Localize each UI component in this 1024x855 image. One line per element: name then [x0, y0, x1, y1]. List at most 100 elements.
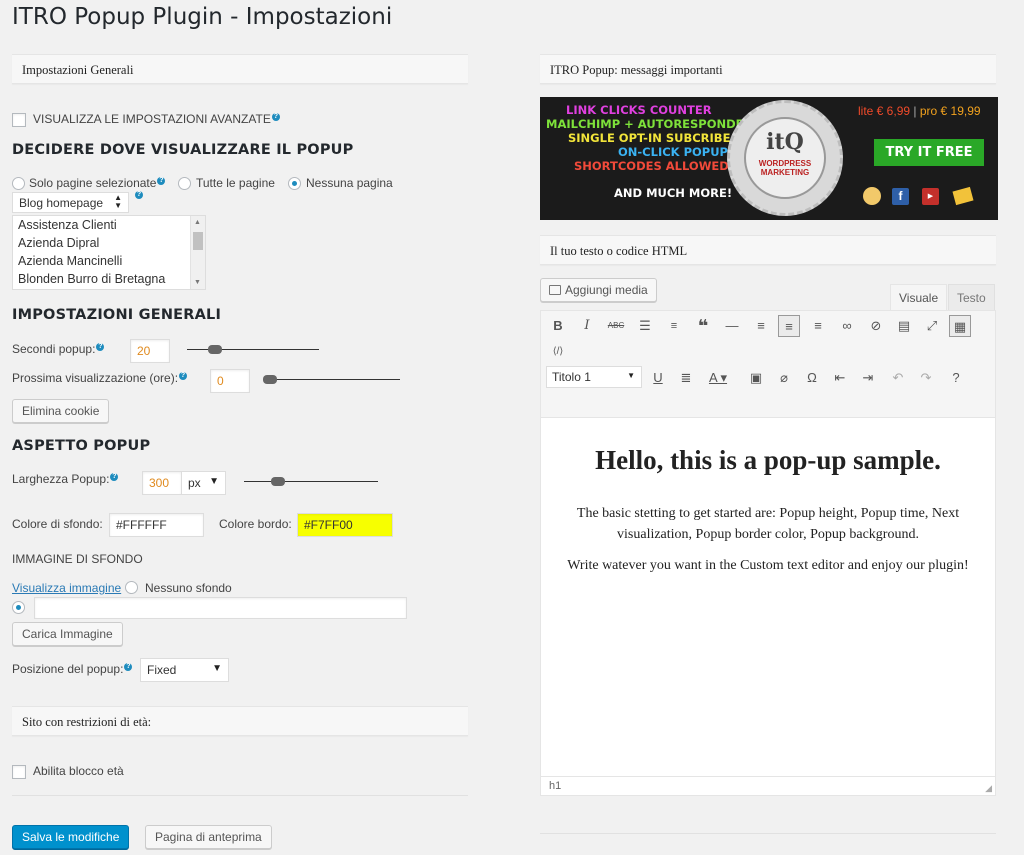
underline-icon[interactable]: U [647, 367, 669, 389]
bg-color-input[interactable]: #FFFFFF [109, 513, 204, 537]
radio-show-image[interactable] [12, 601, 25, 614]
editor-box-title[interactable]: Il tuo testo o codice HTML [540, 235, 996, 265]
fullscreen-icon[interactable]: ⤢ [921, 315, 943, 337]
bullet-list-icon[interactable]: ☰ [634, 315, 656, 337]
resize-handle-icon[interactable]: ◢ [985, 783, 992, 794]
border-color-input[interactable]: #F7FF00 [297, 513, 393, 537]
popup-paragraph: Write watever you want in the Custom tex… [567, 558, 969, 573]
editor-content[interactable]: Hello, this is a pop-up sample. The basi… [540, 418, 996, 776]
paste-text-icon[interactable]: ▣ [745, 367, 767, 389]
read-more-icon[interactable]: ▤ [893, 315, 915, 337]
link-icon[interactable]: ∞ [836, 315, 858, 337]
spinner-arrows-icon[interactable]: ▲ ▼ [114, 194, 122, 210]
add-media-button[interactable]: Aggiungi media [540, 278, 657, 302]
age-block-label: Abilita blocco età [33, 764, 124, 778]
popup-width-label: Larghezza Popup:? [12, 472, 119, 486]
align-right-icon[interactable]: ≡ [807, 315, 829, 337]
listbox-scrollbar[interactable]: ▲ ▼ [190, 216, 205, 289]
special-character-icon[interactable]: Ω [801, 367, 823, 389]
upload-image-button[interactable]: Carica Immagine [12, 622, 123, 646]
width-unit-select[interactable]: px ▼ [181, 471, 226, 495]
indent-icon[interactable]: ⇥ [857, 367, 879, 389]
banner-feature: ON-CLICK POPUP [618, 145, 728, 159]
try-it-free-button[interactable]: TRY IT FREE [874, 139, 984, 166]
popup-heading: Hello, this is a pop-up sample. [595, 445, 941, 475]
next-visualization-input[interactable]: 0 [210, 369, 250, 393]
justify-icon[interactable]: ≣ [675, 367, 697, 389]
advanced-settings-checkbox[interactable] [12, 113, 26, 127]
toolbar-toggle-icon[interactable]: ▦ [949, 315, 971, 337]
popup-position-select[interactable]: Fixed ▼ [140, 658, 229, 682]
seconds-popup-slider-track[interactable] [187, 349, 319, 350]
align-left-icon[interactable]: ≡ [750, 315, 772, 337]
help-icon[interactable]: ? [135, 191, 143, 199]
unlink-icon[interactable]: ⊘ [865, 315, 887, 337]
no-background-label: Nessuno sfondo [145, 581, 232, 595]
next-visualization-slider-handle[interactable] [263, 375, 278, 384]
text-color-icon[interactable]: A ▾ [703, 367, 733, 389]
popup-width-slider-handle[interactable] [270, 477, 285, 486]
help-icon[interactable]: ? [179, 372, 188, 380]
help-icon[interactable]: ? [157, 177, 166, 185]
banner-prices: lite € 6,99 | pro € 19,99 [858, 104, 981, 118]
undo-icon[interactable]: ↶ [887, 367, 909, 389]
messages-box-title[interactable]: ITRO Popup: messaggi importanti [540, 54, 996, 84]
banner-feature: SHORTCODES ALLOWED [574, 159, 729, 173]
pages-listbox[interactable]: Assistenza Clienti Azienda Dipral Aziend… [12, 215, 206, 290]
help-icon[interactable]: ? [110, 473, 119, 481]
seal-inner: itQ WORDPRESS MARKETING [744, 117, 826, 199]
bold-icon[interactable]: B [547, 315, 569, 337]
popup-width-slider-track[interactable] [244, 481, 378, 482]
seconds-popup-input[interactable]: 20 [130, 339, 170, 363]
radio-no-background[interactable] [125, 581, 138, 594]
code-icon[interactable]: ⟨/⟩ [547, 341, 569, 363]
tab-visual[interactable]: Visuale [890, 284, 948, 310]
horizontal-line-icon[interactable]: — [721, 315, 743, 337]
youtube-icon[interactable]: ▶ [922, 188, 939, 205]
help-icon[interactable]: ? [271, 113, 280, 121]
redo-icon[interactable]: ↷ [915, 367, 937, 389]
preview-button[interactable]: Pagina di anteprima [145, 825, 272, 849]
promo-banner[interactable]: LINK CLICKS COUNTER MAILCHIMP + AUTORESP… [540, 97, 998, 220]
list-item[interactable]: Azienda Dipral [13, 234, 205, 252]
email-icon[interactable] [952, 186, 974, 206]
help-icon[interactable]: ? [124, 663, 133, 671]
numbered-list-icon[interactable]: ≡ [663, 315, 685, 337]
age-restriction-box-title[interactable]: Sito con restrizioni di età: [12, 706, 468, 736]
blockquote-icon[interactable]: ❝ [692, 315, 714, 337]
seconds-popup-slider-handle[interactable] [207, 345, 222, 354]
scroll-down-icon[interactable]: ▼ [194, 279, 201, 286]
editor-toolbar: B I ABC ☰ ≡ ❝ — ≡ ≡ ≡ ∞ ⊘ ▤ ⤢ ▦ ⟨/⟩ Tito… [540, 310, 996, 418]
mailchimp-icon[interactable] [863, 187, 881, 205]
help-icon[interactable]: ? [945, 367, 967, 389]
scroll-up-icon[interactable]: ▲ [194, 219, 201, 226]
align-center-icon[interactable]: ≡ [778, 315, 800, 337]
delete-cookie-button[interactable]: Elimina cookie [12, 399, 110, 423]
list-item[interactable]: Blonden Burro di Bretagna [13, 270, 205, 288]
radio-all-pages[interactable] [178, 177, 191, 190]
list-item[interactable]: Azienda Mancinelli [13, 252, 205, 270]
format-select[interactable]: Titolo 1 ▼ [546, 366, 642, 388]
facebook-icon[interactable]: f [892, 188, 909, 205]
age-block-checkbox[interactable] [12, 765, 26, 779]
scroll-thumb[interactable] [193, 232, 203, 250]
save-button[interactable]: Salva le modifiche [12, 825, 130, 849]
radio-selected-pages[interactable] [12, 177, 25, 190]
next-visualization-slider-track[interactable] [266, 379, 400, 380]
image-url-input[interactable] [34, 597, 407, 619]
general-settings-box-title[interactable]: Impostazioni Generali [12, 54, 468, 84]
show-image-link[interactable]: Visualizza immagine [12, 581, 121, 595]
clear-formatting-icon[interactable]: ⌀ [773, 367, 795, 389]
outdent-icon[interactable]: ⇤ [829, 367, 851, 389]
list-item[interactable]: Assistenza Clienti [13, 216, 205, 234]
seal-line2: MARKETING [760, 168, 810, 177]
strikethrough-icon[interactable]: ABC [605, 315, 627, 337]
tab-text[interactable]: Testo [948, 284, 995, 310]
italic-icon[interactable]: I [576, 315, 598, 337]
popup-width-input[interactable]: 300 [142, 471, 182, 495]
help-icon[interactable]: ? [96, 343, 105, 351]
where-heading: DECIDERE DOVE VISUALIZZARE IL POPUP [12, 142, 354, 158]
element-path[interactable]: h1 [549, 780, 561, 792]
page-spinner[interactable]: Blog homepage ▲ ▼ [12, 192, 129, 213]
radio-no-page[interactable] [288, 177, 301, 190]
